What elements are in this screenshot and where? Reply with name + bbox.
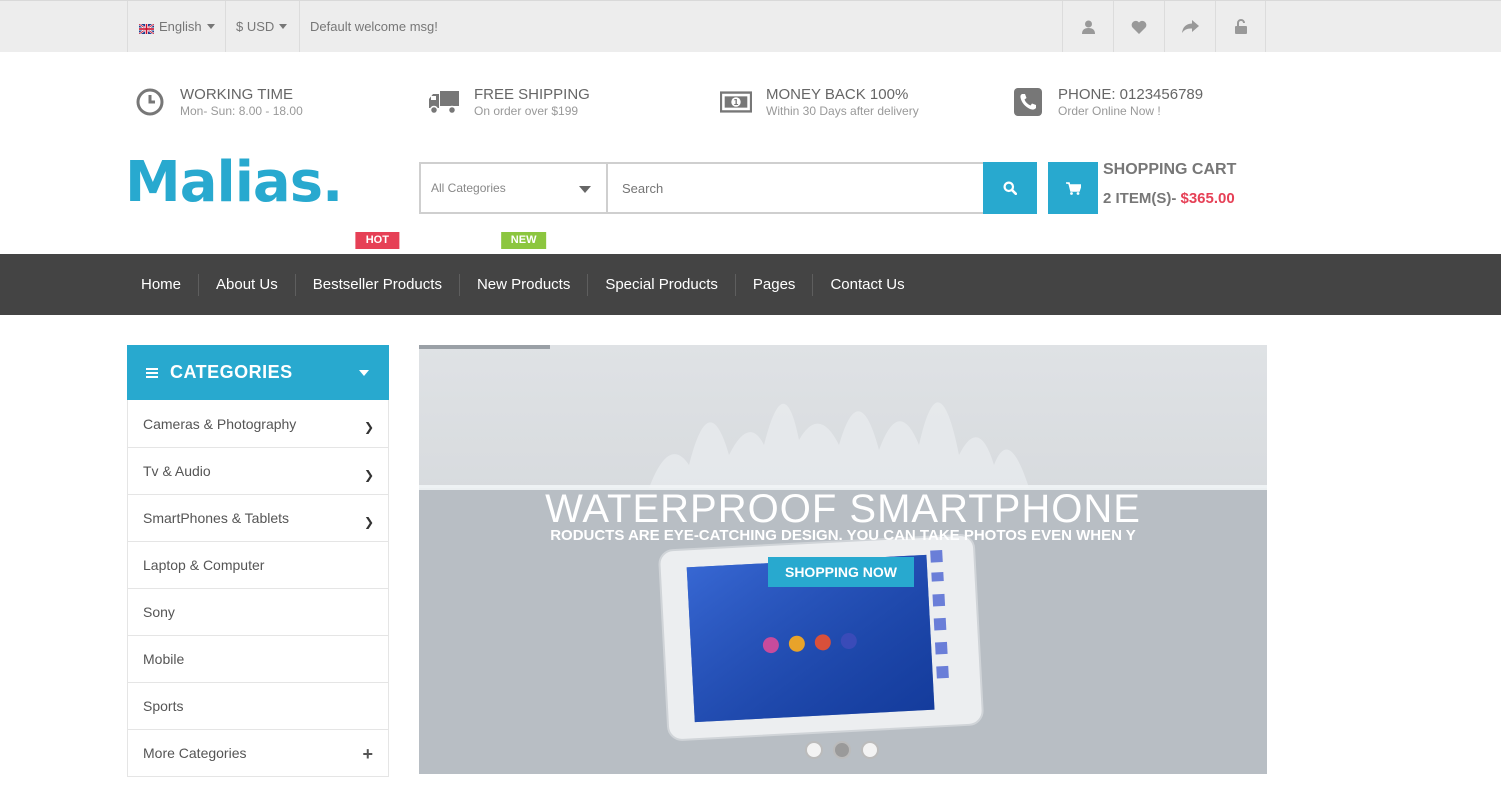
category-select[interactable]: All Categories <box>421 164 608 212</box>
cart-total: $365.00 <box>1180 190 1235 207</box>
cart-summary[interactable]: 2 ITEM(S)- $365.00 <box>1103 190 1235 207</box>
chevron-down-icon <box>359 370 369 376</box>
currency-selector[interactable]: $ USD <box>226 1 300 52</box>
cart-button[interactable] <box>1048 162 1098 214</box>
hot-badge: HOT <box>355 231 399 249</box>
money-icon: 1 <box>720 86 752 118</box>
account-links <box>1062 1 1266 52</box>
nav-item-special-products[interactable]: Special Products <box>587 273 735 296</box>
chevron-down-icon <box>579 186 591 193</box>
nav-item-label: Home <box>141 275 182 293</box>
info-title: MONEY BACK 100% <box>766 86 909 103</box>
user-icon[interactable] <box>1062 1 1113 52</box>
nav-item-label: Pages <box>752 275 796 293</box>
info-free-shipping: FREE SHIPPING On order over $199 <box>428 86 590 119</box>
search-button[interactable] <box>983 162 1037 214</box>
category-item[interactable]: Sony <box>128 588 388 635</box>
info-subtitle: On order over $199 <box>474 104 579 118</box>
category-item[interactable]: Cameras & Photography ❯ <box>128 400 388 447</box>
search-input[interactable] <box>608 164 983 212</box>
category-label: Sports <box>143 698 184 714</box>
unlock-icon[interactable] <box>1215 1 1266 52</box>
share-icon[interactable] <box>1164 1 1215 52</box>
site-logo[interactable]: Malias. <box>125 150 343 215</box>
nav-item-home[interactable]: Home <box>127 274 198 296</box>
clock-icon <box>134 86 166 118</box>
info-title: PHONE: 0123456789 <box>1058 86 1204 103</box>
category-label: More Categories <box>143 745 247 761</box>
categories-header[interactable]: CATEGORIES <box>127 345 389 400</box>
chevron-right-icon: ❯ <box>363 515 374 529</box>
info-title: WORKING TIME <box>180 86 294 103</box>
category-item[interactable]: SmartPhones & Tablets ❯ <box>128 494 388 541</box>
language-label: English <box>159 19 202 34</box>
nav-item-label: Bestseller Products <box>312 275 442 293</box>
slide-subtitle: RODUCTS ARE EYE-CATCHING DESIGN. YOU CAN… <box>550 527 1136 544</box>
hero-slider[interactable]: WATERPROOF SMARTPHONE RODUCTS ARE EYE-CA… <box>419 345 1267 774</box>
chevron-down-icon <box>206 24 215 29</box>
info-subtitle: Within 30 Days after delivery <box>766 104 919 118</box>
uk-flag-icon <box>138 22 155 35</box>
nav-item-label: Contact Us <box>830 275 905 293</box>
more-categories-item[interactable]: More Categories + <box>128 729 388 776</box>
chevron-right-icon: ❯ <box>363 420 374 434</box>
nav-item-label: Special Products <box>605 275 718 293</box>
nav-item-contact-us[interactable]: Contact Us <box>812 273 921 296</box>
info-working-time: WORKING TIME Mon- Sun: 8.00 - 18.00 <box>134 86 303 119</box>
slider-dot[interactable] <box>805 741 823 759</box>
category-label: SmartPhones & Tablets <box>143 510 290 526</box>
category-item[interactable]: Tv & Audio ❯ <box>128 447 388 494</box>
nav-item-label: New Products <box>476 275 571 293</box>
info-phone: PHONE: 0123456789 Order Online Now ! <box>1012 86 1203 119</box>
nav-item-new-products[interactable]: NEW New Products <box>458 231 587 296</box>
nav-item-about-us[interactable]: About Us <box>198 273 295 296</box>
slider-pagination <box>805 741 879 759</box>
category-item[interactable]: Sports <box>128 682 388 729</box>
search-icon <box>1003 181 1017 195</box>
chevron-right-icon: ❯ <box>363 468 374 482</box>
category-item[interactable]: Laptop & Computer <box>128 541 388 588</box>
shopping-now-button[interactable]: SHOPPING NOW <box>768 557 914 587</box>
welcome-message: Default welcome msg! <box>310 19 438 34</box>
slider-dot[interactable] <box>861 741 879 759</box>
currency-label: $ USD <box>236 19 275 34</box>
info-money-back: 1 MONEY BACK 100% Within 30 Days after d… <box>720 86 919 119</box>
info-title: FREE SHIPPING <box>474 86 590 103</box>
cart-item-count: 2 ITEM(S)- <box>1103 190 1181 207</box>
plus-icon: + <box>362 744 373 764</box>
svg-text:1: 1 <box>733 98 738 107</box>
nav-item-pages[interactable]: Pages <box>734 273 813 296</box>
language-selector[interactable]: English <box>127 1 226 52</box>
cart-title[interactable]: SHOPPING CART <box>1103 161 1236 179</box>
category-select-value: All Categories <box>431 181 506 195</box>
new-badge: NEW <box>500 231 547 249</box>
categories-title: CATEGORIES <box>170 362 293 382</box>
category-label: Tv & Audio <box>143 463 211 479</box>
category-label: Mobile <box>143 651 185 667</box>
main-nav: Home About Us HOT Bestseller Products NE… <box>0 231 1501 315</box>
heart-icon[interactable] <box>1113 1 1164 52</box>
top-bar: English $ USD Default welcome msg! <box>0 0 1501 52</box>
categories-sidebar: CATEGORIES Cameras & Photography ❯ Tv & A… <box>127 345 389 777</box>
category-label: Cameras & Photography <box>143 415 297 432</box>
slide-title: WATERPROOF SMARTPHONE <box>545 487 1141 531</box>
info-subtitle: Mon- Sun: 8.00 - 18.00 <box>180 104 303 118</box>
truck-icon <box>428 86 460 118</box>
phone-icon <box>1012 86 1044 118</box>
menu-icon <box>146 367 158 378</box>
chevron-down-icon <box>279 24 288 29</box>
search-bar: All Categories <box>419 162 1037 214</box>
cart-icon <box>1065 181 1081 195</box>
slider-dot-active[interactable] <box>833 741 851 759</box>
nav-item-bestseller-products[interactable]: HOT Bestseller Products <box>294 231 459 296</box>
category-item[interactable]: Mobile <box>128 635 388 682</box>
category-label: Sony <box>143 604 175 620</box>
category-label: Laptop & Computer <box>143 557 265 573</box>
nav-item-label: About Us <box>216 275 278 293</box>
info-subtitle: Order Online Now ! <box>1058 104 1161 118</box>
